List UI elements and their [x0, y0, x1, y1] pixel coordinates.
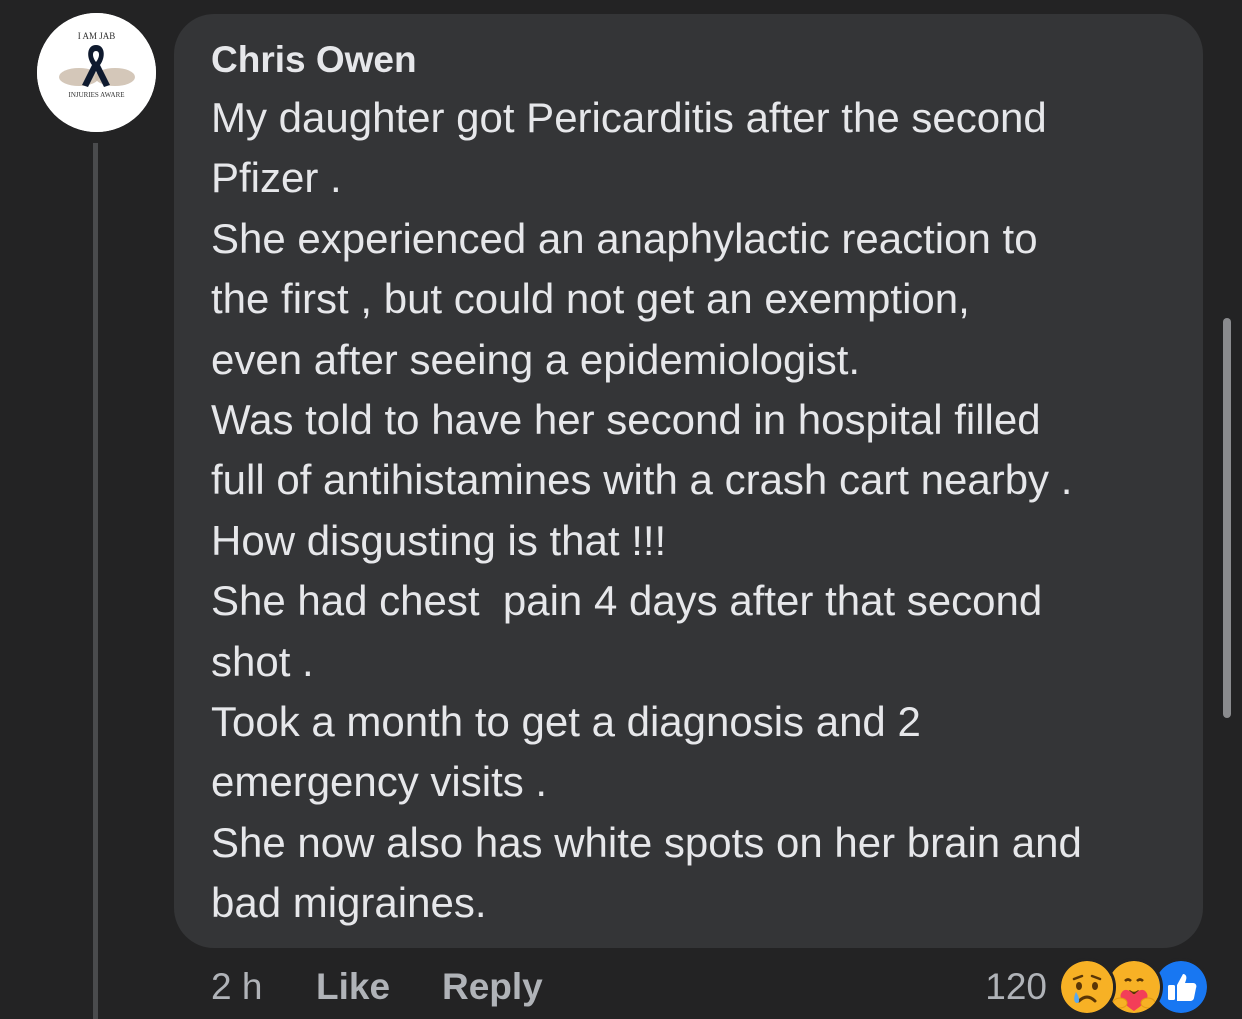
awareness-ribbon-logo: I AM JAB INJURIES AWARE — [37, 13, 156, 132]
svg-text:I AM JAB: I AM JAB — [78, 31, 116, 41]
comment-line: How disgusting is that !!! — [211, 516, 667, 564]
comment-line: shot . — [211, 637, 314, 685]
comment-line: bad migraines. — [211, 879, 487, 927]
comment-timestamp[interactable]: 2 h — [211, 962, 262, 1012]
comment-line: My daughter got Pericarditis after the s… — [211, 94, 1047, 141]
reaction-count[interactable]: 120 — [985, 962, 1047, 1012]
comment-line: She experienced an anaphylactic reaction… — [211, 214, 1038, 262]
thread-line — [93, 143, 98, 1019]
reply-button[interactable]: Reply — [442, 962, 543, 1012]
comment-line: She had chest pain 4 days after that sec… — [211, 577, 1043, 625]
svg-text:INJURIES AWARE: INJURIES AWARE — [68, 91, 124, 99]
comment-line: Was told to have her second in hospital … — [211, 396, 1041, 444]
scrollbar-thumb[interactable] — [1223, 318, 1231, 718]
comment-line: She now also has white spots on her brai… — [211, 818, 1082, 866]
comment-author[interactable]: Chris Owen — [211, 38, 417, 82]
like-button[interactable]: Like — [316, 962, 390, 1012]
sad-icon — [1058, 958, 1116, 1016]
comment-line: emergency visits . — [211, 758, 548, 806]
comment-text: My daughter got Pericarditis after the s… — [211, 88, 1196, 934]
comment-line: Pfizer . — [211, 154, 342, 202]
comment-line: Took a month to get a diagnosis and 2 — [211, 698, 921, 746]
reaction-icons[interactable] — [1058, 958, 1210, 1016]
comment-thread: I AM JAB INJURIES AWARE Chris Owen My da… — [0, 0, 1242, 1019]
comment-line: full of antihistamines with a crash cart… — [211, 456, 1073, 504]
comment-line: the first , but could not get an exempti… — [211, 275, 970, 323]
avatar[interactable]: I AM JAB INJURIES AWARE — [37, 13, 156, 132]
comment-line: even after seeing a epidemiologist. — [211, 335, 861, 383]
